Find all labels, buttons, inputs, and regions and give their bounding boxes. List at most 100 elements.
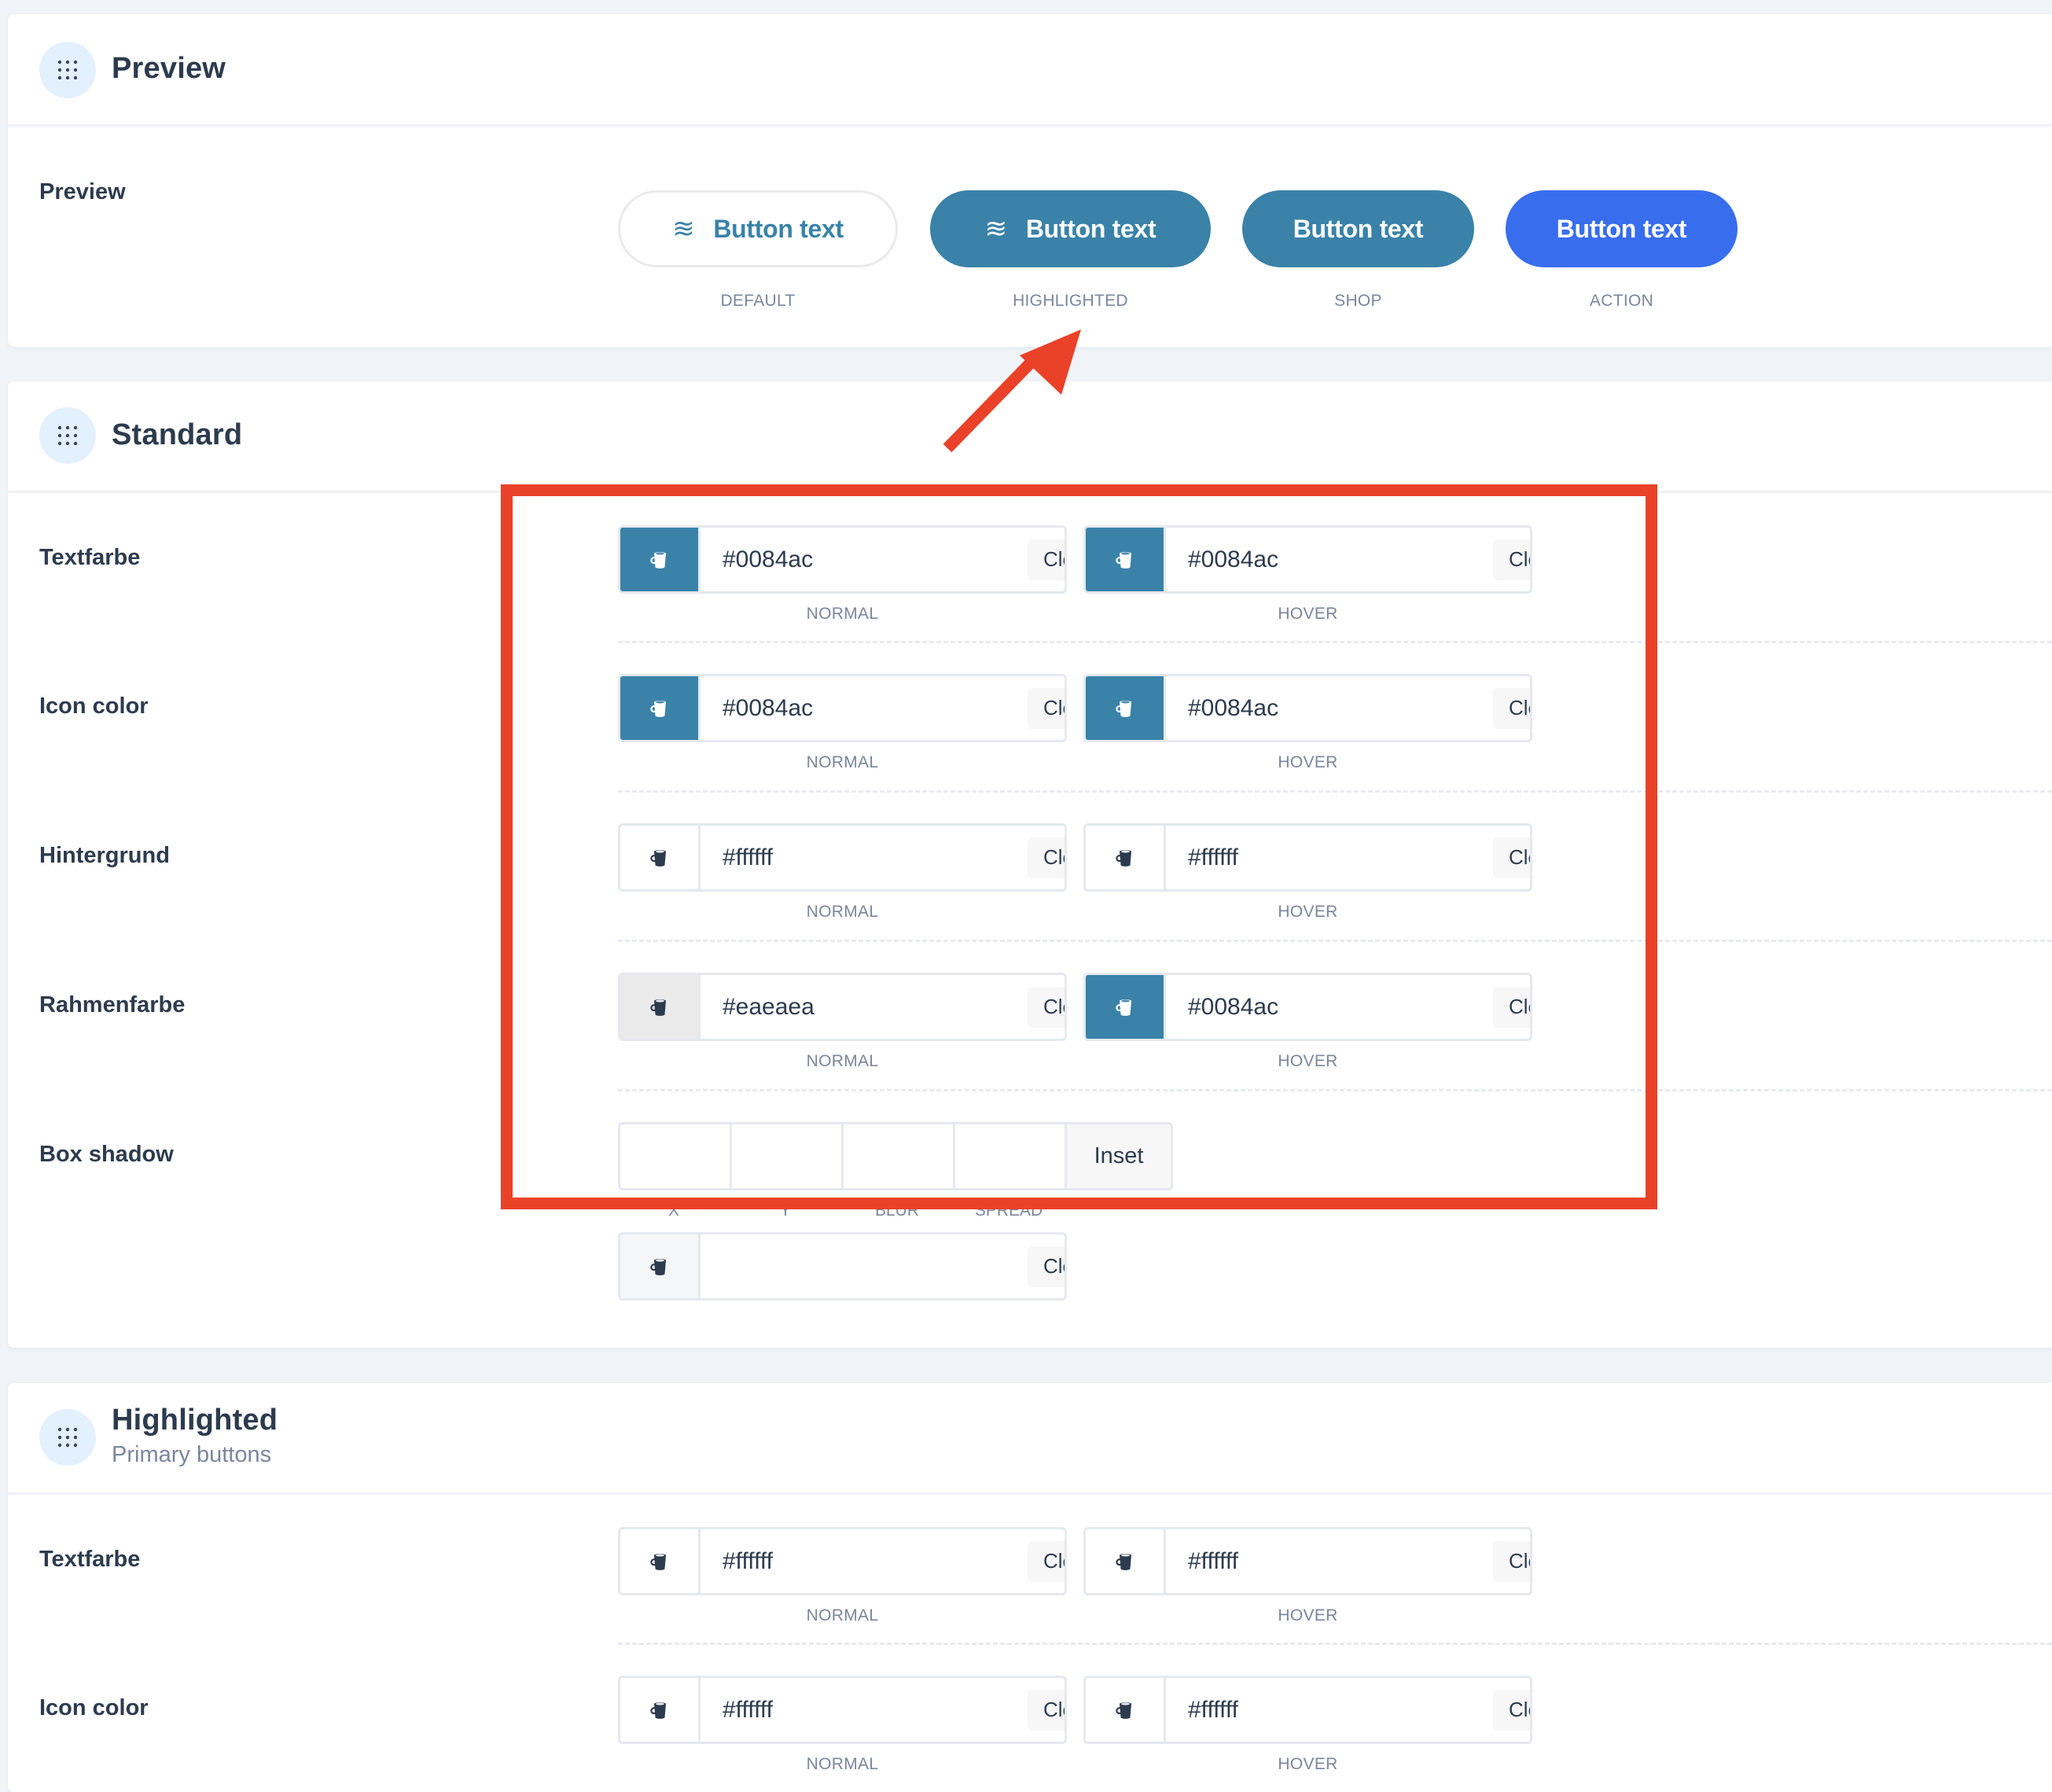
section-title: Standard	[112, 418, 243, 451]
row-label-icon-color: Icon color	[39, 694, 149, 719]
color-swatch[interactable]	[620, 1678, 701, 1742]
color-input[interactable]	[1166, 676, 1493, 740]
paint-bucket-icon	[1115, 997, 1135, 1017]
color-swatch[interactable]	[620, 1529, 701, 1593]
paint-bucket-icon	[649, 848, 670, 868]
color-input[interactable]	[1166, 1678, 1493, 1742]
color-field-textfarbe-normal: Clear	[618, 1527, 1067, 1595]
inset-toggle[interactable]: Inset	[1067, 1124, 1171, 1188]
preview-card: Preview Preview ≋ Button text DEFAULT ≋ …	[8, 14, 2052, 347]
shadow-y-input[interactable]	[732, 1124, 844, 1188]
preview-card-header: Preview	[8, 14, 2052, 127]
color-input[interactable]	[701, 1235, 1028, 1298]
clear-button[interactable]: Clear	[1028, 539, 1065, 580]
preview-button-shop[interactable]: Button text	[1242, 190, 1474, 267]
clear-button[interactable]: Clear	[1493, 1540, 1530, 1582]
color-field-hintergrund-normal: Clear	[618, 823, 1067, 892]
paint-bucket-icon	[649, 1700, 670, 1720]
caption-hover: HOVER	[1278, 1755, 1338, 1773]
preview-button-highlighted[interactable]: ≋ Button text	[930, 190, 1211, 267]
color-field-textfarbe-hover: Clear	[1083, 1527, 1532, 1595]
clear-button[interactable]: Clear	[1493, 687, 1530, 729]
paint-bucket-icon	[1115, 848, 1135, 868]
color-input[interactable]	[701, 676, 1028, 740]
standard-card: Standard Textfarbe Clear NORMAL Clear HO…	[8, 381, 2052, 1348]
highlighted-card: Highlighted Primary buttons Textfarbe Cl…	[8, 1383, 2052, 1792]
caption-hover: HOVER	[1278, 605, 1338, 623]
preview-caption-action: ACTION	[1589, 292, 1654, 310]
paint-bucket-icon	[649, 550, 670, 570]
color-swatch[interactable]	[620, 975, 701, 1039]
clear-button[interactable]: Clear	[1493, 539, 1530, 580]
color-swatch[interactable]	[1086, 975, 1166, 1039]
color-field-textfarbe-normal: Clear	[618, 525, 1067, 594]
color-field-rahmenfarbe-hover: Clear	[1083, 973, 1532, 1041]
clear-button[interactable]: Clear	[1028, 1689, 1065, 1731]
shadow-x-input[interactable]	[620, 1124, 732, 1188]
grid-dots-icon	[39, 1409, 96, 1466]
row-label-rahmenfarbe: Rahmenfarbe	[39, 992, 186, 1017]
color-field-box-shadow: Clear	[618, 1232, 1067, 1301]
highlighted-card-header: Highlighted Primary buttons	[8, 1383, 2052, 1495]
button-label: Button text	[1293, 214, 1424, 243]
color-input[interactable]	[701, 975, 1028, 1039]
paint-bucket-icon	[1115, 698, 1135, 719]
caption-spread: SPREAD	[974, 1201, 1043, 1220]
color-swatch[interactable]	[1086, 1678, 1166, 1742]
color-input[interactable]	[1166, 826, 1493, 889]
caption-normal: NORMAL	[806, 1052, 879, 1070]
color-field-hintergrund-hover: Clear	[1083, 823, 1532, 892]
clear-button[interactable]: Clear	[1493, 837, 1530, 878]
color-input[interactable]	[701, 1678, 1028, 1742]
color-field-icon-color-normal: Clear	[618, 1676, 1067, 1744]
row-label-hintergrund: Hintergrund	[39, 843, 170, 868]
caption-normal: NORMAL	[806, 1606, 879, 1625]
button-label: Button text	[1025, 214, 1157, 243]
clear-button[interactable]: Clear	[1028, 986, 1065, 1028]
clear-button[interactable]: Clear	[1493, 1689, 1530, 1731]
clear-button[interactable]: Clear	[1028, 837, 1065, 878]
grid-dots-icon	[39, 42, 96, 98]
clear-button[interactable]: Clear	[1028, 1540, 1065, 1582]
color-swatch[interactable]	[1086, 1529, 1166, 1593]
clear-button[interactable]: Clear	[1493, 986, 1530, 1028]
caption-normal: NORMAL	[806, 753, 879, 771]
section-subtitle: Primary buttons	[112, 1442, 272, 1467]
paint-bucket-icon	[1115, 550, 1135, 570]
color-input[interactable]	[1166, 975, 1493, 1039]
row-label-textfarbe: Textfarbe	[39, 1547, 141, 1572]
preview-button-action[interactable]: Button text	[1506, 190, 1738, 267]
button-label: Button text	[1556, 214, 1687, 243]
box-shadow-inputs: Inset	[618, 1122, 1173, 1190]
color-field-icon-color-hover: Clear	[1083, 674, 1532, 742]
waves-icon: ≋	[984, 214, 1008, 244]
color-swatch[interactable]	[1086, 826, 1166, 889]
grid-dots-icon	[39, 407, 96, 464]
paint-bucket-icon	[649, 698, 670, 719]
preview-button-default[interactable]: ≋ Button text	[618, 190, 898, 267]
color-field-rahmenfarbe-normal: Clear	[618, 973, 1067, 1041]
color-swatch[interactable]	[1086, 528, 1166, 591]
shadow-blur-input[interactable]	[844, 1124, 955, 1188]
shadow-spread-input[interactable]	[955, 1124, 1067, 1188]
row-label-box-shadow: Box shadow	[39, 1142, 174, 1167]
clear-button[interactable]: Clear	[1028, 687, 1065, 729]
color-input[interactable]	[1166, 1529, 1493, 1593]
color-input[interactable]	[701, 528, 1028, 591]
color-swatch[interactable]	[620, 1235, 701, 1298]
clear-button[interactable]: Clear	[1028, 1246, 1065, 1287]
button-label: Button text	[713, 214, 844, 243]
paint-bucket-icon	[649, 997, 670, 1017]
color-input[interactable]	[1166, 528, 1493, 591]
row-label-preview: Preview	[39, 179, 126, 204]
color-field-textfarbe-hover: Clear	[1083, 525, 1532, 594]
color-swatch[interactable]	[1086, 676, 1166, 740]
color-swatch[interactable]	[620, 676, 701, 740]
paint-bucket-icon	[1115, 1551, 1135, 1572]
color-input[interactable]	[701, 1529, 1028, 1593]
row-divider	[618, 1089, 2052, 1091]
color-swatch[interactable]	[620, 826, 701, 889]
color-input[interactable]	[701, 826, 1028, 889]
caption-hover: HOVER	[1278, 903, 1338, 921]
color-swatch[interactable]	[620, 528, 701, 591]
